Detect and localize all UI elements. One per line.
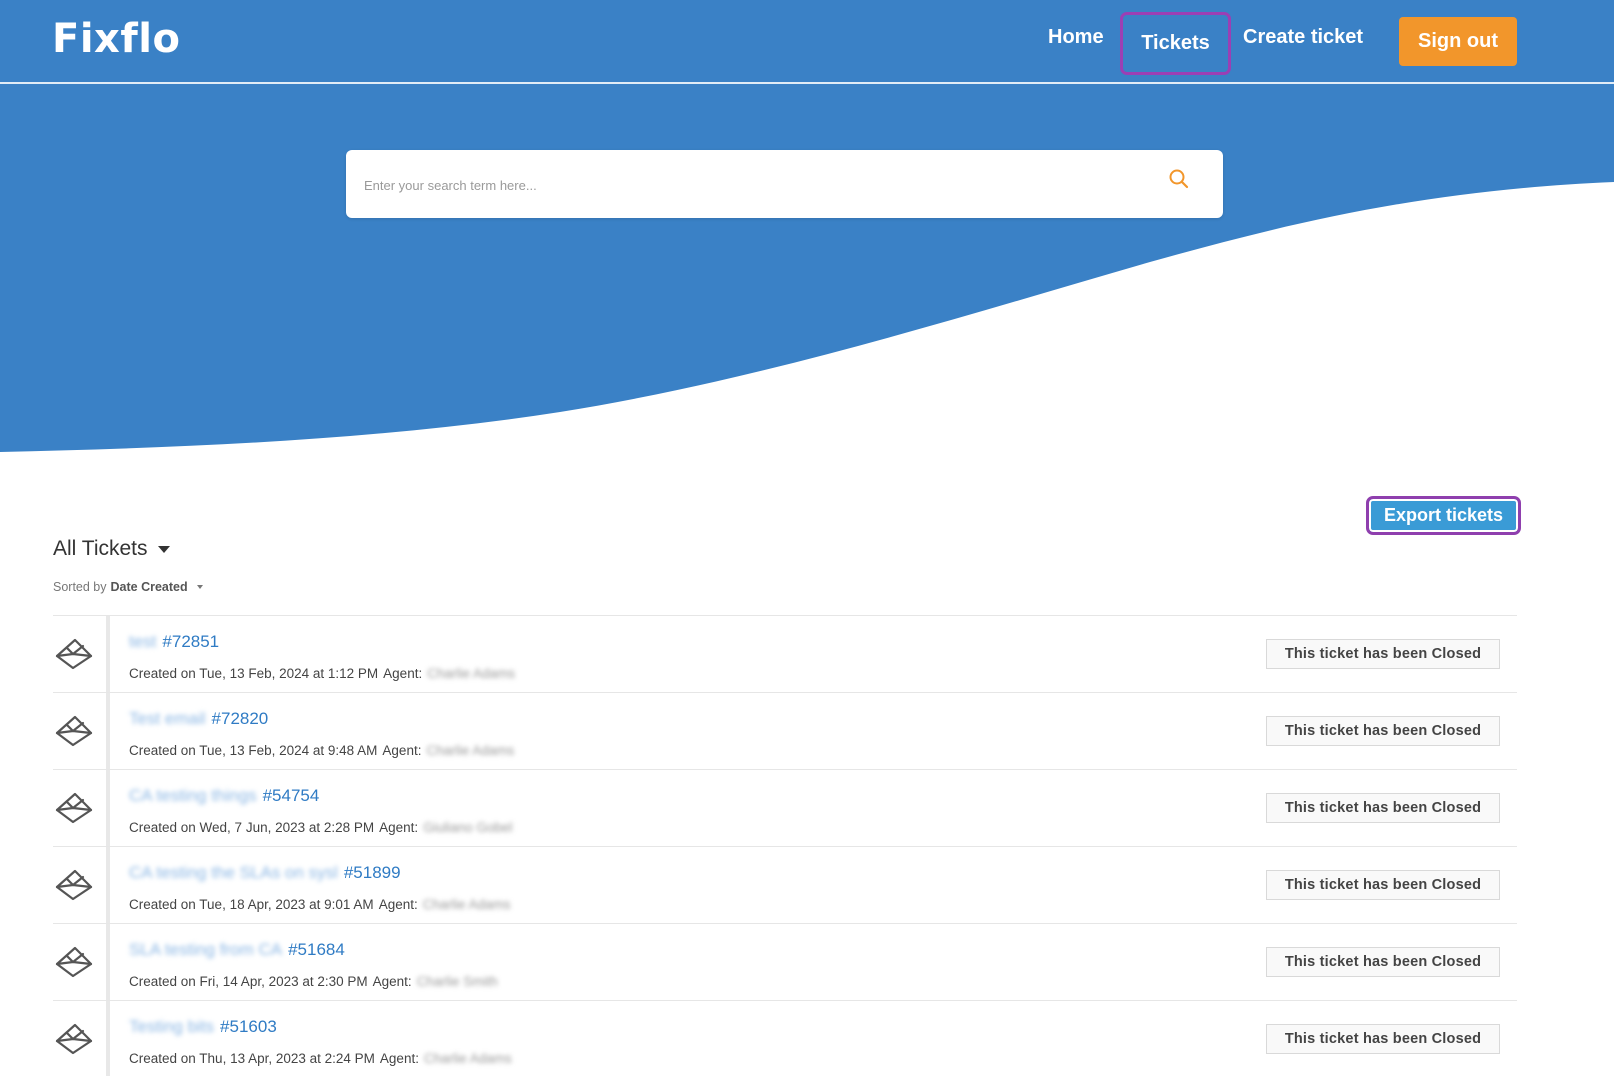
envelope-icon [55,869,93,901]
ticket-title-link[interactable]: test #72851 [129,632,219,652]
ticket-number: #72820 [211,709,269,728]
ticket-row[interactable]: test #72851 Created on Tue, 13 Feb, 2024… [53,615,1517,692]
ticket-divider [106,924,110,1000]
ticket-agent-name: Giuliano Gobel [423,820,513,835]
sign-out-button[interactable]: Sign out [1399,17,1517,66]
search-icon[interactable] [1168,168,1190,190]
envelope-icon [55,792,93,824]
ticket-meta: Created on Fri, 14 Apr, 2023 at 2:30 PM … [129,974,498,989]
ticket-status-badge: This ticket has been Closed [1266,793,1500,823]
ticket-agent-label: Agent: [379,1051,419,1066]
caret-down-icon [196,585,203,589]
ticket-title-link[interactable]: Test email #72820 [129,709,268,729]
ticket-agent-name: Charlie Adams [427,666,515,681]
search-box [346,150,1223,218]
ticket-status-badge: This ticket has been Closed [1266,870,1500,900]
caret-down-icon [157,545,170,553]
ticket-subject: CA testing the SLAs on sysl [129,863,338,882]
ticket-row[interactable]: SLA testing from CA #51684 Created on Fr… [53,923,1517,1000]
ticket-meta: Created on Tue, 18 Apr, 2023 at 9:01 AM … [129,897,511,912]
ticket-number: #54754 [262,786,320,805]
ticket-row[interactable]: Test email #72820 Created on Tue, 13 Feb… [53,692,1517,769]
ticket-subject: test [129,632,157,651]
ticket-status-badge: This ticket has been Closed [1266,947,1500,977]
nav-tickets-label: Tickets [1141,32,1210,54]
ticket-agent-label: Agent: [378,897,418,912]
ticket-number: #51899 [343,863,401,882]
ticket-agent-label: Agent: [372,974,412,989]
ticket-created-date: Created on Tue, 18 Apr, 2023 at 9:01 AM [129,897,374,912]
ticket-status-badge: This ticket has been Closed [1266,639,1500,669]
ticket-created-date: Created on Thu, 13 Apr, 2023 at 2:24 PM [129,1051,375,1066]
ticket-row[interactable]: CA testing things #54754 Created on Wed,… [53,769,1517,846]
ticket-divider [106,1001,110,1076]
filter-label: All Tickets [53,537,148,560]
ticket-title-link[interactable]: SLA testing from CA #51684 [129,940,345,960]
ticket-row[interactable]: CA testing the SLAs on sysl #51899 Creat… [53,846,1517,923]
ticket-divider [106,616,110,692]
ticket-subject: Testing bits [129,1017,215,1036]
ticket-agent-label: Agent: [383,666,423,681]
envelope-icon [55,946,93,978]
ticket-number: #51603 [220,1017,277,1036]
ticket-divider [106,693,110,769]
ticket-created-date: Created on Fri, 14 Apr, 2023 at 2:30 PM [129,974,368,989]
ticket-created-date: Created on Tue, 13 Feb, 2024 at 1:12 PM [129,666,379,681]
sort-control[interactable]: Sorted by Date Created [53,580,203,594]
ticket-title-link[interactable]: CA testing things #54754 [129,786,319,806]
ticket-row[interactable]: Testing bits #51603 Created on Thu, 13 A… [53,1000,1517,1076]
ticket-agent-name: Charlie Smith [416,974,498,989]
ticket-status-badge: This ticket has been Closed [1266,1024,1500,1054]
ticket-subject: SLA testing from CA [129,940,283,959]
fixflo-logo[interactable]: Fixflo [52,16,180,62]
envelope-icon [55,715,93,747]
ticket-agent-name: Charlie Adams [423,1051,512,1066]
nav-create-ticket-link[interactable]: Create ticket [1243,26,1363,49]
ticket-number: #51684 [288,940,345,959]
export-tickets-button[interactable]: Export tickets [1366,496,1521,535]
ticket-filter-dropdown[interactable]: All Tickets [53,537,170,561]
ticket-divider [106,847,110,923]
nav-tickets-link[interactable]: Tickets [1120,12,1231,75]
nav-home-link[interactable]: Home [1048,26,1104,49]
ticket-meta: Created on Tue, 13 Feb, 2024 at 9:48 AM … [129,743,514,758]
top-navigation: Fixflo Home Tickets Create ticket Sign o… [0,0,1614,84]
ticket-created-date: Created on Tue, 13 Feb, 2024 at 9:48 AM [129,743,378,758]
ticket-agent-name: Charlie Adams [426,743,515,758]
search-input[interactable] [364,170,1144,200]
ticket-list: test #72851 Created on Tue, 13 Feb, 2024… [53,615,1517,1076]
ticket-title-link[interactable]: CA testing the SLAs on sysl #51899 [129,863,401,883]
ticket-subject: CA testing things [129,786,257,805]
ticket-created-date: Created on Wed, 7 Jun, 2023 at 2:28 PM [129,820,375,835]
ticket-meta: Created on Tue, 13 Feb, 2024 at 1:12 PM … [129,666,515,681]
ticket-agent-label: Agent: [379,820,419,835]
ticket-meta: Created on Wed, 7 Jun, 2023 at 2:28 PM A… [129,820,513,835]
ticket-number: #72851 [162,632,220,651]
ticket-agent-label: Agent: [382,743,422,758]
ticket-subject: Test email [129,709,206,728]
ticket-divider [106,770,110,846]
envelope-icon [55,1023,93,1055]
ticket-meta: Created on Thu, 13 Apr, 2023 at 2:24 PM … [129,1051,512,1066]
ticket-status-badge: This ticket has been Closed [1266,716,1500,746]
sorted-prefix: Sorted by [53,580,107,594]
ticket-title-link[interactable]: Testing bits #51603 [129,1017,277,1037]
ticket-agent-name: Charlie Adams [422,897,511,912]
envelope-icon [55,638,93,670]
sorted-field: Date Created [110,580,188,594]
